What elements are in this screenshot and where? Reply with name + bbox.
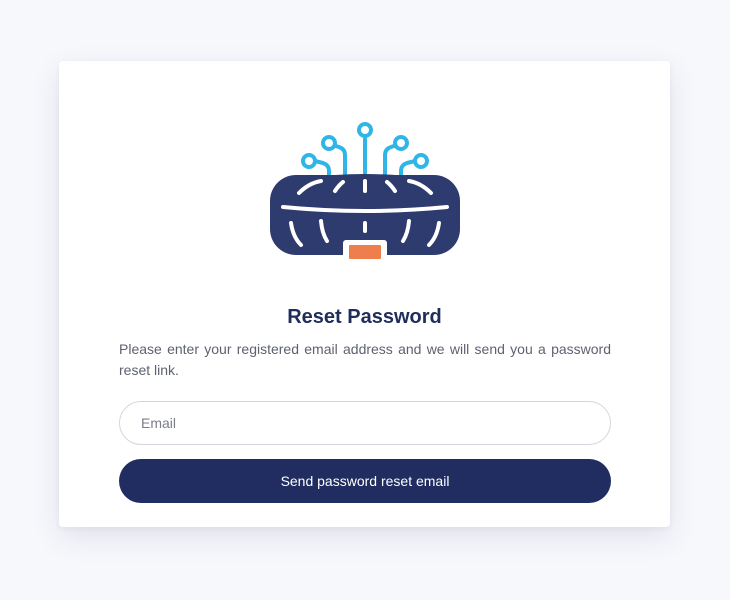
page-title: Reset Password (287, 306, 442, 328)
send-reset-email-button[interactable]: Send password reset email (119, 459, 611, 503)
reset-password-card: Reset Password Please enter your registe… (59, 61, 670, 527)
router-circuit-logo-icon (270, 122, 460, 259)
email-input[interactable] (119, 401, 611, 445)
reset-instructions: Please enter your registered email addre… (119, 341, 611, 378)
